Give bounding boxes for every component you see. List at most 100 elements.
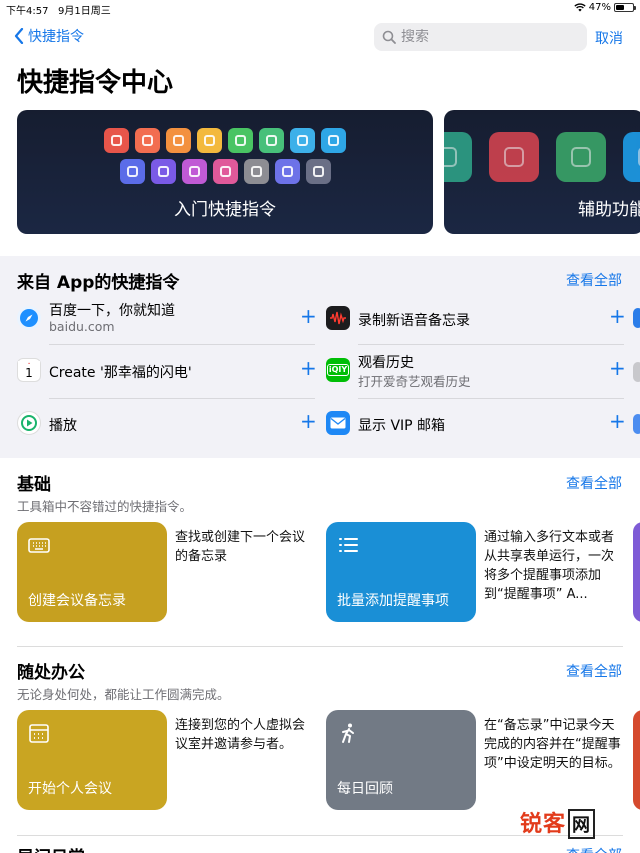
search-icon — [382, 30, 396, 44]
app-shortcut-title: 录制新语音备忘录 — [358, 313, 470, 329]
shortcut-tile-icon — [135, 128, 160, 153]
cancel-button[interactable]: 取消 — [595, 28, 623, 48]
banner-title: 入门快捷指令 — [174, 200, 276, 220]
search-input[interactable] — [401, 29, 571, 45]
app-shortcut-item[interactable]: • 1 Create '那幸福的闪电' + — [17, 346, 317, 398]
section-title: 来自 App的快捷指令 — [17, 273, 180, 293]
see-all-link[interactable]: 查看全部 — [566, 661, 622, 681]
shortcut-card[interactable]: 开始个人会议 — [17, 710, 167, 810]
banner-getting-started[interactable]: 入门快捷指令 — [17, 110, 433, 234]
walking-icon — [342, 723, 354, 743]
iqiyi-icon: iQIY — [326, 358, 350, 382]
accessibility-tile-icon — [556, 132, 606, 182]
card-label: 创建会议备忘录 — [28, 593, 126, 609]
shortcut-tile-icon — [119, 159, 145, 184]
divider — [358, 344, 624, 345]
watermark-logo: 锐客网 — [520, 806, 596, 839]
app-shortcut-title: 显示 VIP 邮箱 — [358, 418, 446, 434]
calendar-grid-icon — [29, 724, 49, 743]
peek-card — [633, 710, 640, 810]
add-button[interactable]: + — [300, 358, 317, 378]
add-button[interactable]: + — [300, 411, 317, 431]
shortcut-tile-icon — [212, 159, 238, 184]
add-button[interactable]: + — [609, 358, 626, 378]
shortcut-tile-icon — [166, 128, 191, 153]
card-description: 查找或创建下一个会议的备忘录 — [175, 530, 306, 564]
status-time: 下午4:57 — [6, 6, 49, 17]
watermark-brand: 锐客 — [520, 812, 567, 837]
card-label: 批量添加提醒事项 — [337, 593, 449, 609]
card-label: 开始个人会议 — [28, 781, 112, 797]
wifi-icon — [574, 3, 586, 12]
peek-app-icon — [633, 362, 640, 382]
app-shortcut-title: Create '那幸福的闪电' — [49, 365, 192, 381]
shortcut-tile-icon — [259, 128, 284, 153]
add-button[interactable]: + — [300, 306, 317, 326]
card-description: 在“备忘录”中记录今天完成的内容并在“提醒事项”中设定明天的目标。 — [484, 718, 621, 771]
app-shortcut-item[interactable]: 录制新语音备忘录 + — [326, 294, 626, 346]
search-field[interactable] — [374, 23, 587, 51]
shortcut-tile-icon — [274, 159, 300, 184]
watermark-suffix: 网 — [568, 809, 596, 839]
nav-bar: 快捷指令 取消 — [0, 20, 640, 54]
list-icon — [339, 538, 358, 552]
shortcut-tile-icon — [228, 128, 253, 153]
add-button[interactable]: + — [609, 411, 626, 431]
app-shortcut-subtitle: baidu.com — [49, 319, 115, 334]
see-all-link[interactable]: 查看全部 — [566, 845, 622, 853]
shortcut-card[interactable]: 每日回顾 — [326, 710, 476, 810]
accessibility-tile-icon — [444, 132, 472, 182]
battery-icon — [614, 3, 636, 12]
shortcut-card[interactable]: 批量添加提醒事项 — [326, 522, 476, 622]
voice-memo-icon — [326, 306, 350, 330]
back-button[interactable]: 快捷指令 — [14, 26, 84, 46]
safari-icon — [17, 306, 41, 330]
card-label: 每日回顾 — [337, 781, 393, 797]
see-all-link[interactable]: 查看全部 — [566, 270, 622, 290]
see-all-link[interactable]: 查看全部 — [566, 473, 622, 493]
app-shortcut-item[interactable]: 百度一下，你就知道 baidu.com + — [17, 294, 317, 346]
shortcut-tile-icon — [305, 159, 331, 184]
section-subtitle: 工具箱中不容错过的快捷指令。 — [17, 499, 193, 514]
shortcut-tile-icon — [197, 128, 222, 153]
play-app-icon — [17, 411, 41, 435]
app-shortcut-title: 播放 — [49, 418, 77, 434]
banner-accessibility[interactable]: 辅助功能 — [444, 110, 640, 234]
divider — [49, 344, 315, 345]
chevron-left-icon — [14, 28, 24, 44]
shortcut-card[interactable]: 创建会议备忘录 — [17, 522, 167, 622]
mail-icon — [326, 411, 350, 435]
shortcut-tile-icon — [243, 159, 269, 184]
battery-percent: 47% — [588, 2, 611, 13]
app-shortcut-title: 观看历史 — [358, 355, 414, 371]
keyboard-icon — [28, 538, 50, 553]
calendar-day: 1 — [25, 365, 33, 380]
battery-fill — [616, 5, 624, 10]
section-title: 基础 — [17, 475, 51, 495]
peek-app-icon — [633, 308, 640, 328]
status-bar: 下午4:57 9月1日周三 47% — [0, 0, 640, 17]
app-shortcut-item[interactable]: 播放 + — [17, 399, 317, 451]
app-shortcut-subtitle: 打开爱奇艺观看历史 — [358, 374, 471, 389]
card-description: 通过输入多行文本或者从共享表单运行，一次将多个提醒事项添加到“提醒事项” A..… — [484, 530, 615, 602]
next-section-title: 早间日常 — [17, 843, 85, 853]
app-shortcut-title: 百度一下，你就知道 — [49, 303, 175, 319]
basics-section: 基础 查看全部 工具箱中不容错过的快捷指令。 创建会议备忘录 查找或创建下一个会… — [0, 458, 640, 648]
add-button[interactable]: + — [609, 306, 626, 326]
shortcut-tile-icon — [181, 159, 207, 184]
back-label: 快捷指令 — [28, 29, 84, 45]
page-title: 快捷指令中心 — [17, 68, 174, 98]
accessibility-tile-icon — [489, 132, 539, 182]
peek-app-icon — [633, 414, 640, 434]
card-description: 连接到您的个人虚拟会议室并邀请参与者。 — [175, 718, 306, 752]
peek-card — [633, 522, 640, 622]
section-subtitle: 无论身处何处，都能让工作圆满完成。 — [17, 687, 230, 702]
app-shortcut-item[interactable]: iQIY 观看历史 打开爱奇艺观看历史 + — [326, 346, 626, 398]
banner-title: 辅助功能 — [578, 200, 640, 220]
app-shortcut-item[interactable]: 显示 VIP 邮箱 + — [326, 399, 626, 451]
shortcut-tile-icon — [290, 128, 315, 153]
section-title: 随处办公 — [17, 663, 85, 683]
status-right: 47% — [574, 2, 636, 13]
status-date: 9月1日周三 — [58, 6, 111, 17]
calendar-icon: • 1 — [17, 358, 41, 382]
